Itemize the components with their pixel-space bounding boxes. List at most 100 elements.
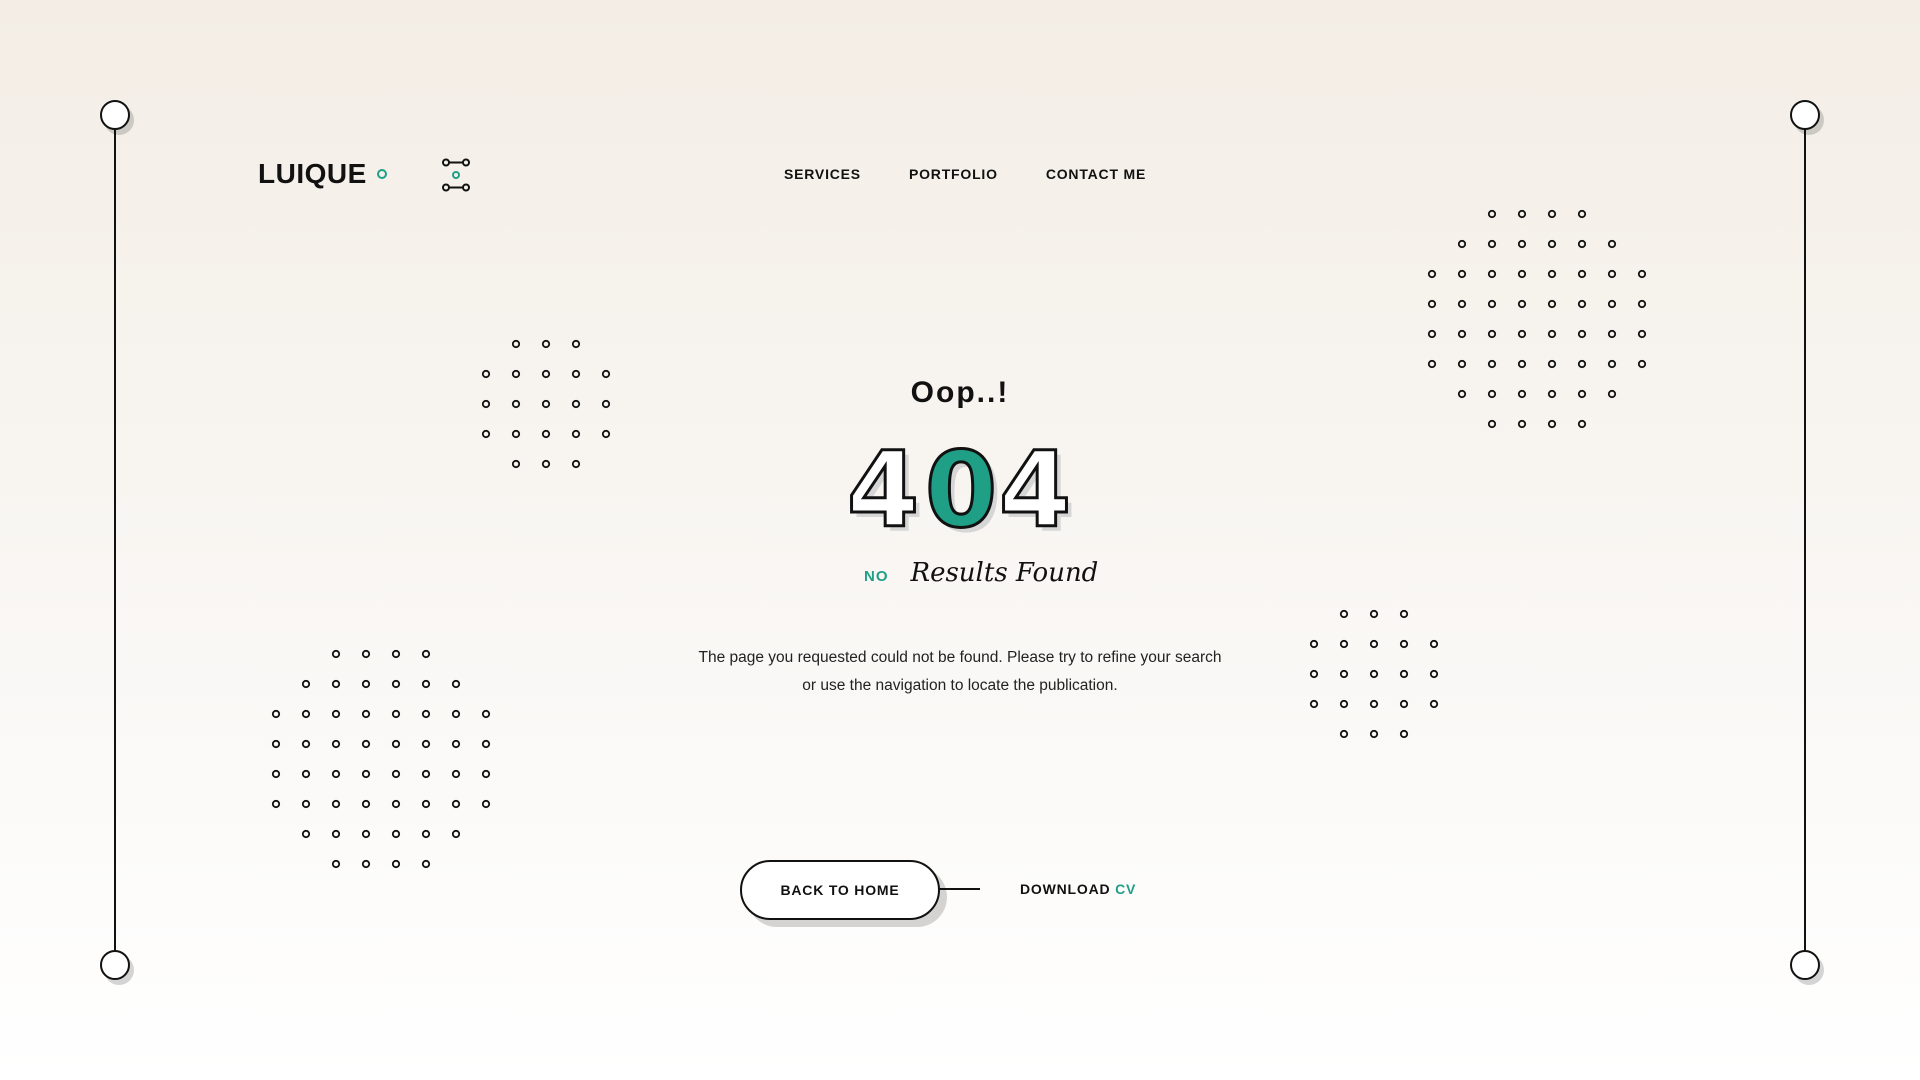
pattern-dot (361, 859, 371, 869)
pattern-dot (1607, 299, 1617, 309)
pattern-dot (571, 459, 581, 469)
error-message-line-2: or use the navigation to locate the publ… (802, 677, 1118, 694)
error-code-digit-2: 0 (925, 429, 997, 538)
pattern-dot (331, 709, 341, 719)
pattern-dot (1427, 269, 1437, 279)
error-heading: Oop..! (910, 376, 1010, 409)
nav-item-portfolio[interactable]: PORTFOLIO (909, 166, 998, 182)
nav-item-contact[interactable]: CONTACT ME (1046, 166, 1146, 182)
frame-corner-bottom-left (100, 950, 130, 980)
pattern-dot (391, 769, 401, 779)
pattern-dot (1607, 239, 1617, 249)
pattern-dot (1399, 699, 1409, 709)
pattern-dot (1517, 329, 1527, 339)
pattern-dot (301, 739, 311, 749)
pattern-dot (331, 829, 341, 839)
pattern-dot (391, 799, 401, 809)
pattern-dot (481, 739, 491, 749)
pattern-dot (271, 799, 281, 809)
brand-dot-icon (376, 169, 387, 179)
pattern-dot (451, 769, 461, 779)
pattern-dot (481, 799, 491, 809)
frame-corner-bottom-right (1790, 950, 1820, 980)
pattern-dot (391, 859, 401, 869)
pattern-dot (271, 739, 281, 749)
pattern-dot (451, 709, 461, 719)
brand-logo[interactable]: LUIQUE (258, 158, 387, 190)
pattern-dot (1577, 269, 1587, 279)
pattern-dot (1429, 699, 1439, 709)
pattern-dot (1547, 359, 1557, 369)
error-code: 4 0 4 4 0 4 (845, 428, 1076, 538)
pattern-dot (451, 739, 461, 749)
pattern-dot (571, 429, 581, 439)
error-code-digit-1: 4 (847, 429, 919, 538)
frame-corner-top-right (1790, 100, 1820, 130)
pattern-dot (1339, 699, 1349, 709)
pattern-dot (1517, 299, 1527, 309)
pattern-dot (1517, 269, 1527, 279)
frame-corner-top-left (100, 100, 130, 130)
pattern-dot (1577, 359, 1587, 369)
pattern-dot (1487, 329, 1497, 339)
pattern-dot (1517, 239, 1527, 249)
pattern-dot (361, 709, 371, 719)
pattern-dot (271, 769, 281, 779)
subtitle-prefix: NO (864, 568, 889, 585)
pattern-dot (1457, 359, 1467, 369)
pattern-dot (331, 739, 341, 749)
pattern-dot (1457, 239, 1467, 249)
error-message: The page you requested could not be foun… (0, 644, 1920, 700)
pattern-dot (511, 429, 521, 439)
pattern-dot (1399, 609, 1409, 619)
error-code-digit-3: 4 (999, 429, 1071, 538)
pattern-dot (511, 459, 521, 469)
pattern-dot (1487, 299, 1497, 309)
pattern-dot (1547, 299, 1557, 309)
pattern-dot (541, 339, 551, 349)
pattern-dot (1517, 209, 1527, 219)
pattern-dot (1427, 299, 1437, 309)
pattern-dot (331, 769, 341, 779)
brand-name: LUIQUE (258, 158, 367, 189)
download-cv-button[interactable]: DOWNLOAD CV (1020, 881, 1136, 897)
pattern-dot (1369, 609, 1379, 619)
pattern-dot (391, 709, 401, 719)
pattern-dot (1547, 239, 1557, 249)
pattern-dot (1577, 329, 1587, 339)
pattern-dot (331, 799, 341, 809)
download-cv-label: DOWNLOAD (1020, 881, 1111, 897)
back-to-home-button[interactable]: BACK TO HOME (740, 860, 940, 920)
pattern-dot (421, 709, 431, 719)
pattern-dot (1607, 269, 1617, 279)
pattern-dot (301, 799, 311, 809)
pattern-dot (1637, 329, 1647, 339)
pattern-dot (1577, 299, 1587, 309)
pattern-dot (1487, 209, 1497, 219)
pattern-dot (1457, 269, 1467, 279)
pattern-dot (361, 769, 371, 779)
pattern-dot (1427, 359, 1437, 369)
pattern-dot (1309, 699, 1319, 709)
error-subtitle: NO Results Found (864, 558, 1098, 588)
pattern-dot (421, 859, 431, 869)
pattern-dot (1637, 299, 1647, 309)
nav-item-services[interactable]: SERVICES (784, 166, 861, 182)
pattern-dot (451, 799, 461, 809)
pattern-dot (1607, 359, 1617, 369)
pattern-dot (1339, 609, 1349, 619)
pattern-dot (1487, 239, 1497, 249)
pattern-dot (481, 709, 491, 719)
pattern-dot (1547, 329, 1557, 339)
pattern-dot (301, 769, 311, 779)
pattern-dot (361, 739, 371, 749)
pattern-dot (361, 799, 371, 809)
frame-line-right (1804, 116, 1806, 964)
pattern-dot (331, 859, 341, 869)
pattern-dot (1637, 269, 1647, 279)
menu-toggle-icon[interactable] (440, 158, 472, 192)
button-connector-line (938, 888, 980, 890)
pattern-dot (421, 769, 431, 779)
pattern-dot (1399, 729, 1409, 739)
subtitle-text: Results Found (910, 558, 1099, 588)
